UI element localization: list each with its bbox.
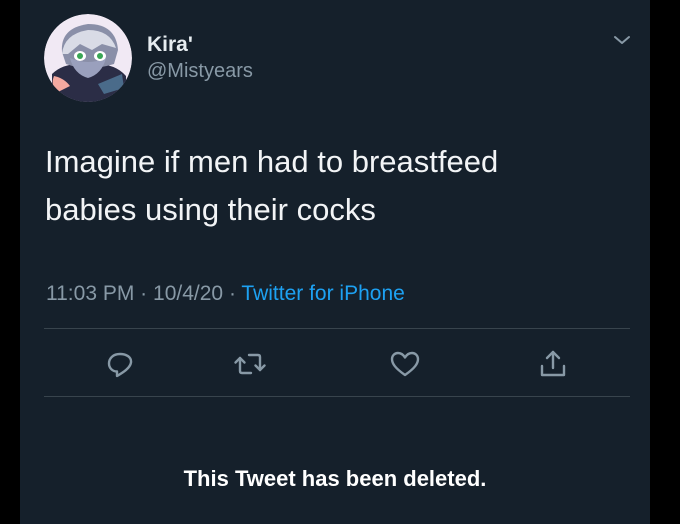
tweet-date[interactable]: 10/4/20: [153, 282, 223, 305]
share-button[interactable]: [535, 346, 571, 382]
share-icon: [540, 350, 566, 377]
tweet-text-line-2: babies using their cocks: [45, 192, 376, 227]
like-button[interactable]: [387, 346, 423, 382]
deleted-notice: This Tweet has been deleted.: [183, 466, 487, 491]
reply-button[interactable]: [102, 346, 138, 382]
tweet-time[interactable]: 11:03 PM: [46, 282, 134, 305]
divider: [44, 396, 630, 397]
reply-icon: [107, 352, 133, 378]
avatar-image: [44, 14, 132, 102]
meta-separator: ·: [140, 282, 148, 305]
user-handle[interactable]: @Mistyears: [147, 60, 253, 83]
retweet-icon: [234, 353, 266, 375]
tweet-source-link[interactable]: Twitter for iPhone: [241, 282, 404, 305]
tweet-card: Kira' @Mistyears Imagine if men had to b…: [20, 0, 650, 420]
divider: [44, 328, 630, 329]
display-name[interactable]: Kira': [147, 33, 193, 57]
screenshot-frame: Kira' @Mistyears Imagine if men had to b…: [20, 0, 650, 524]
tweet-text: Imagine if men had to breastfeed babies …: [45, 138, 635, 234]
retweet-button[interactable]: [232, 346, 268, 382]
chevron-down-icon[interactable]: [610, 28, 634, 52]
tweet-meta: 11:03 PM · 10/4/20 · Twitter for iPhone: [46, 282, 405, 306]
tweet-actions: [20, 346, 650, 386]
meta-separator: ·: [228, 282, 236, 305]
heart-icon: [390, 351, 420, 377]
tweet-text-line-1: Imagine if men had to breastfeed: [45, 144, 499, 179]
avatar[interactable]: [44, 14, 132, 102]
